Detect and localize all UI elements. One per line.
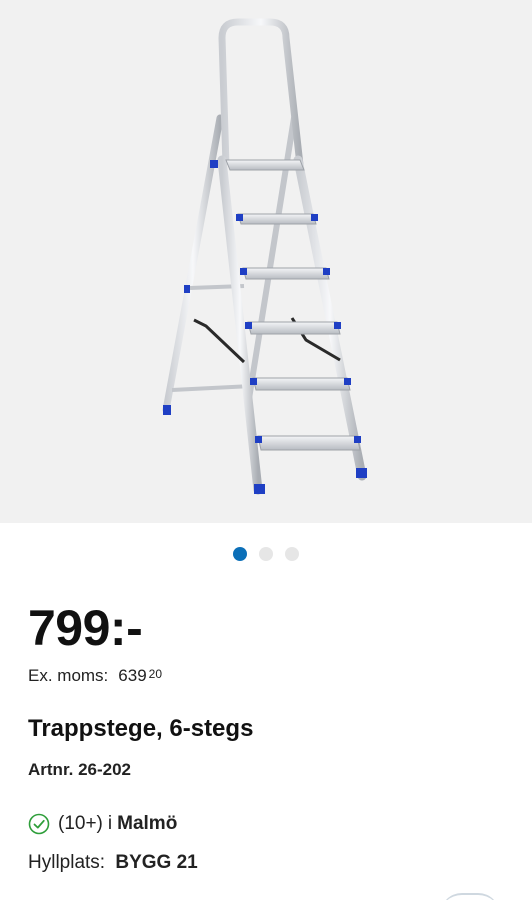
stock-status[interactable]: (10+) i Malmö xyxy=(28,813,177,835)
stock-location: Malmö xyxy=(117,813,178,834)
floating-button-edge[interactable] xyxy=(440,893,500,900)
ex-vat-value: 639 xyxy=(118,666,147,685)
shelf-code: BYGG 21 xyxy=(115,852,198,873)
carousel-dot-2[interactable] xyxy=(259,547,273,561)
check-circle-icon xyxy=(28,813,50,835)
product-page: 799:- Ex. moms: 639 20 Trappstege, 6-ste… xyxy=(0,0,532,900)
stock-prefix: i xyxy=(107,813,113,834)
article-number-label: Artnr. xyxy=(28,760,74,779)
ladder-image xyxy=(162,18,367,495)
shelf-label: Hyllplats: xyxy=(28,852,106,873)
carousel-indicator xyxy=(0,547,532,561)
article-number-value: 26-202 xyxy=(78,760,132,779)
ex-vat-label: Ex. moms: xyxy=(28,666,109,685)
carousel-dot-3[interactable] xyxy=(285,547,299,561)
price-ex-vat: Ex. moms: 639 20 xyxy=(28,666,162,686)
shelf-location: Hyllplats: BYGG 21 xyxy=(28,852,198,874)
product-image[interactable] xyxy=(0,0,532,523)
price: 799:- xyxy=(28,600,143,656)
ex-vat-decimals: 20 xyxy=(148,667,163,681)
article-number: Artnr. 26-202 xyxy=(28,760,131,780)
stock-quantity: (10+) xyxy=(58,813,103,834)
carousel-dot-1[interactable] xyxy=(233,547,247,561)
product-title: Trappstege, 6-stegs xyxy=(28,715,254,742)
